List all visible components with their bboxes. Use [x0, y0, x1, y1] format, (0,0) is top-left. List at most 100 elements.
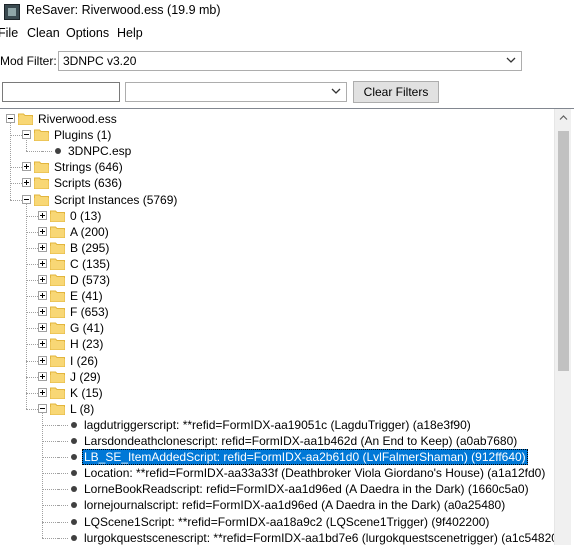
tree-node[interactable]: A (200): [0, 224, 554, 240]
secondary-filter-select[interactable]: [125, 82, 347, 102]
collapse-icon[interactable]: [6, 114, 15, 123]
tree-node-label[interactable]: Strings (646): [52, 159, 125, 175]
menu-clean[interactable]: Clean: [27, 26, 60, 40]
title-bar: ReSaver: Riverwood.ess (19.9 mb): [0, 0, 574, 22]
menu-help[interactable]: Help: [117, 26, 143, 40]
tree-node[interactable]: Scripts (636): [0, 175, 554, 191]
tree-node-label[interactable]: Location: **refid=FormIDX-aa33a33f (Deat…: [82, 465, 547, 481]
toggle-bar: [42, 309, 43, 315]
tree-node[interactable]: H (23): [0, 336, 554, 352]
tree-node[interactable]: Location: **refid=FormIDX-aa33a33f (Deat…: [0, 465, 554, 481]
collapse-icon[interactable]: [22, 194, 31, 204]
tree-node[interactable]: Riverwood.ess: [0, 111, 554, 127]
expand-icon[interactable]: [38, 275, 47, 284]
expand-icon[interactable]: [38, 355, 47, 365]
tree-node[interactable]: Strings (646): [0, 159, 554, 175]
tree-guide-line: [42, 505, 58, 507]
scroll-up-arrow-icon[interactable]: [555, 109, 572, 126]
expand-icon[interactable]: [38, 387, 47, 397]
tree-node[interactable]: D (573): [0, 272, 554, 288]
tree-node[interactable]: lurgokquestscenescript: **refid=FormIDX-…: [0, 530, 562, 545]
tree-guide-line: [58, 521, 68, 523]
menu-file[interactable]: File: [0, 26, 18, 40]
expand-icon[interactable]: [38, 258, 47, 268]
collapse-icon[interactable]: [22, 130, 31, 140]
tree-node[interactable]: Plugins (1): [0, 127, 554, 143]
tree-node-label[interactable]: Plugins (1): [52, 127, 113, 143]
text-filter-input[interactable]: [2, 82, 120, 102]
tree-node-label[interactable]: D (573): [68, 272, 112, 288]
tree-node-label[interactable]: Riverwood.ess: [36, 111, 119, 127]
expand-icon[interactable]: [38, 242, 47, 252]
chevron-down-icon[interactable]: [326, 83, 346, 101]
tree-node-label[interactable]: LQScene1Script: **refid=FormIDX-aa18a9c2…: [82, 514, 491, 530]
expand-icon[interactable]: [38, 339, 47, 349]
tree-node-label[interactable]: F (653): [68, 304, 111, 320]
tree-node-label[interactable]: L (8): [68, 401, 96, 417]
toggle-bar: [42, 357, 43, 363]
tree-node-label[interactable]: lornejournalscript: refid=FormIDX-aa1d96…: [82, 497, 507, 513]
tree-guide-line: [58, 457, 68, 459]
expand-icon[interactable]: [38, 307, 47, 317]
expand-icon[interactable]: [38, 291, 47, 301]
expand-icon[interactable]: [38, 226, 47, 236]
tree-node[interactable]: lagdutriggerscript: **refid=FormIDX-aa19…: [0, 417, 554, 433]
toggle-bar: [42, 293, 43, 299]
tree-node[interactable]: C (135): [0, 256, 554, 272]
tree-node-label[interactable]: LorneBookReadscript: refid=FormIDX-aa1d9…: [82, 481, 531, 497]
tree-node-label[interactable]: K (15): [68, 385, 105, 401]
tree-node[interactable]: L (8): [0, 401, 554, 417]
tree-node[interactable]: lornejournalscript: refid=FormIDX-aa1d96…: [0, 497, 554, 513]
expand-icon[interactable]: [22, 162, 31, 172]
expand-icon[interactable]: [22, 178, 31, 188]
tree-node[interactable]: K (15): [0, 385, 554, 401]
tree-node-label[interactable]: 0 (13): [68, 208, 103, 224]
tree-node[interactable]: E (41): [0, 288, 554, 304]
expand-icon[interactable]: [38, 371, 47, 381]
tree-node-label[interactable]: H (23): [68, 336, 105, 352]
tree-node-label[interactable]: B (295): [68, 240, 111, 256]
tree-node-label[interactable]: lurgokquestscenescript: **refid=FormIDX-…: [82, 530, 564, 545]
tree-node-label[interactable]: J (29): [68, 369, 103, 385]
tree-node[interactable]: B (295): [0, 240, 554, 256]
tree-node-label[interactable]: 3DNPC.esp: [66, 143, 133, 159]
menu-options[interactable]: Options: [66, 26, 109, 40]
tree-node-label[interactable]: lagdutriggerscript: **refid=FormIDX-aa19…: [82, 417, 473, 433]
tree-node[interactable]: J (29): [0, 369, 554, 385]
expand-icon[interactable]: [38, 323, 47, 333]
vertical-scrollbar[interactable]: [554, 109, 571, 545]
tree-guide-line: [42, 441, 58, 442]
tree-node-label[interactable]: Larsdondeathclonescript: refid=FormIDX-a…: [82, 433, 519, 449]
mod-filter-select[interactable]: 3DNPC v3.20: [58, 51, 522, 71]
tree-node-label[interactable]: A (200): [68, 224, 111, 240]
tree-node[interactable]: F (653): [0, 304, 554, 320]
tree-view[interactable]: Riverwood.ess Plugins (1) 3DNPC.esp Strings…: [0, 108, 574, 545]
tree-node-label[interactable]: C (135): [68, 256, 112, 272]
collapse-icon[interactable]: [38, 403, 47, 413]
tree-guide-line: [42, 489, 58, 491]
folder-icon: [50, 386, 65, 399]
tree-node[interactable]: Script Instances (5769): [0, 192, 554, 208]
clear-filters-button[interactable]: Clear Filters: [353, 81, 439, 103]
tree-guide-line: [58, 473, 68, 475]
scrollbar-thumb[interactable]: [558, 131, 569, 371]
tree-node[interactable]: 3DNPC.esp: [0, 143, 554, 159]
tree-node[interactable]: I (26): [0, 353, 554, 369]
tree-node-label-selected[interactable]: LB_SE_ItemAddedScript: refid=FormIDX-aa2…: [82, 449, 528, 466]
tree-node-label[interactable]: Script Instances (5769): [52, 192, 179, 208]
tree-node[interactable]: Larsdondeathclonescript: refid=FormIDX-a…: [0, 433, 554, 449]
tree-node[interactable]: LB_SE_ItemAddedScript: refid=FormIDX-aa2…: [0, 449, 554, 466]
tree-node-label[interactable]: I (26): [68, 353, 100, 369]
tree-node[interactable]: LQScene1Script: **refid=FormIDX-aa18a9c2…: [0, 514, 554, 530]
expand-icon[interactable]: [38, 210, 47, 220]
bullet-icon: [71, 518, 77, 525]
tree-node-label[interactable]: Scripts (636): [52, 175, 124, 191]
tree-node[interactable]: 0 (13): [0, 208, 554, 224]
tree-node-label[interactable]: E (41): [68, 288, 105, 304]
bullet-icon: [71, 534, 77, 541]
tree-node-label[interactable]: G (41): [68, 320, 106, 336]
tree-node[interactable]: G (41): [0, 320, 554, 336]
tree-node[interactable]: LorneBookReadscript: refid=FormIDX-aa1d9…: [0, 481, 554, 497]
tree-guide-line: [58, 424, 68, 426]
chevron-down-icon[interactable]: [501, 52, 521, 70]
